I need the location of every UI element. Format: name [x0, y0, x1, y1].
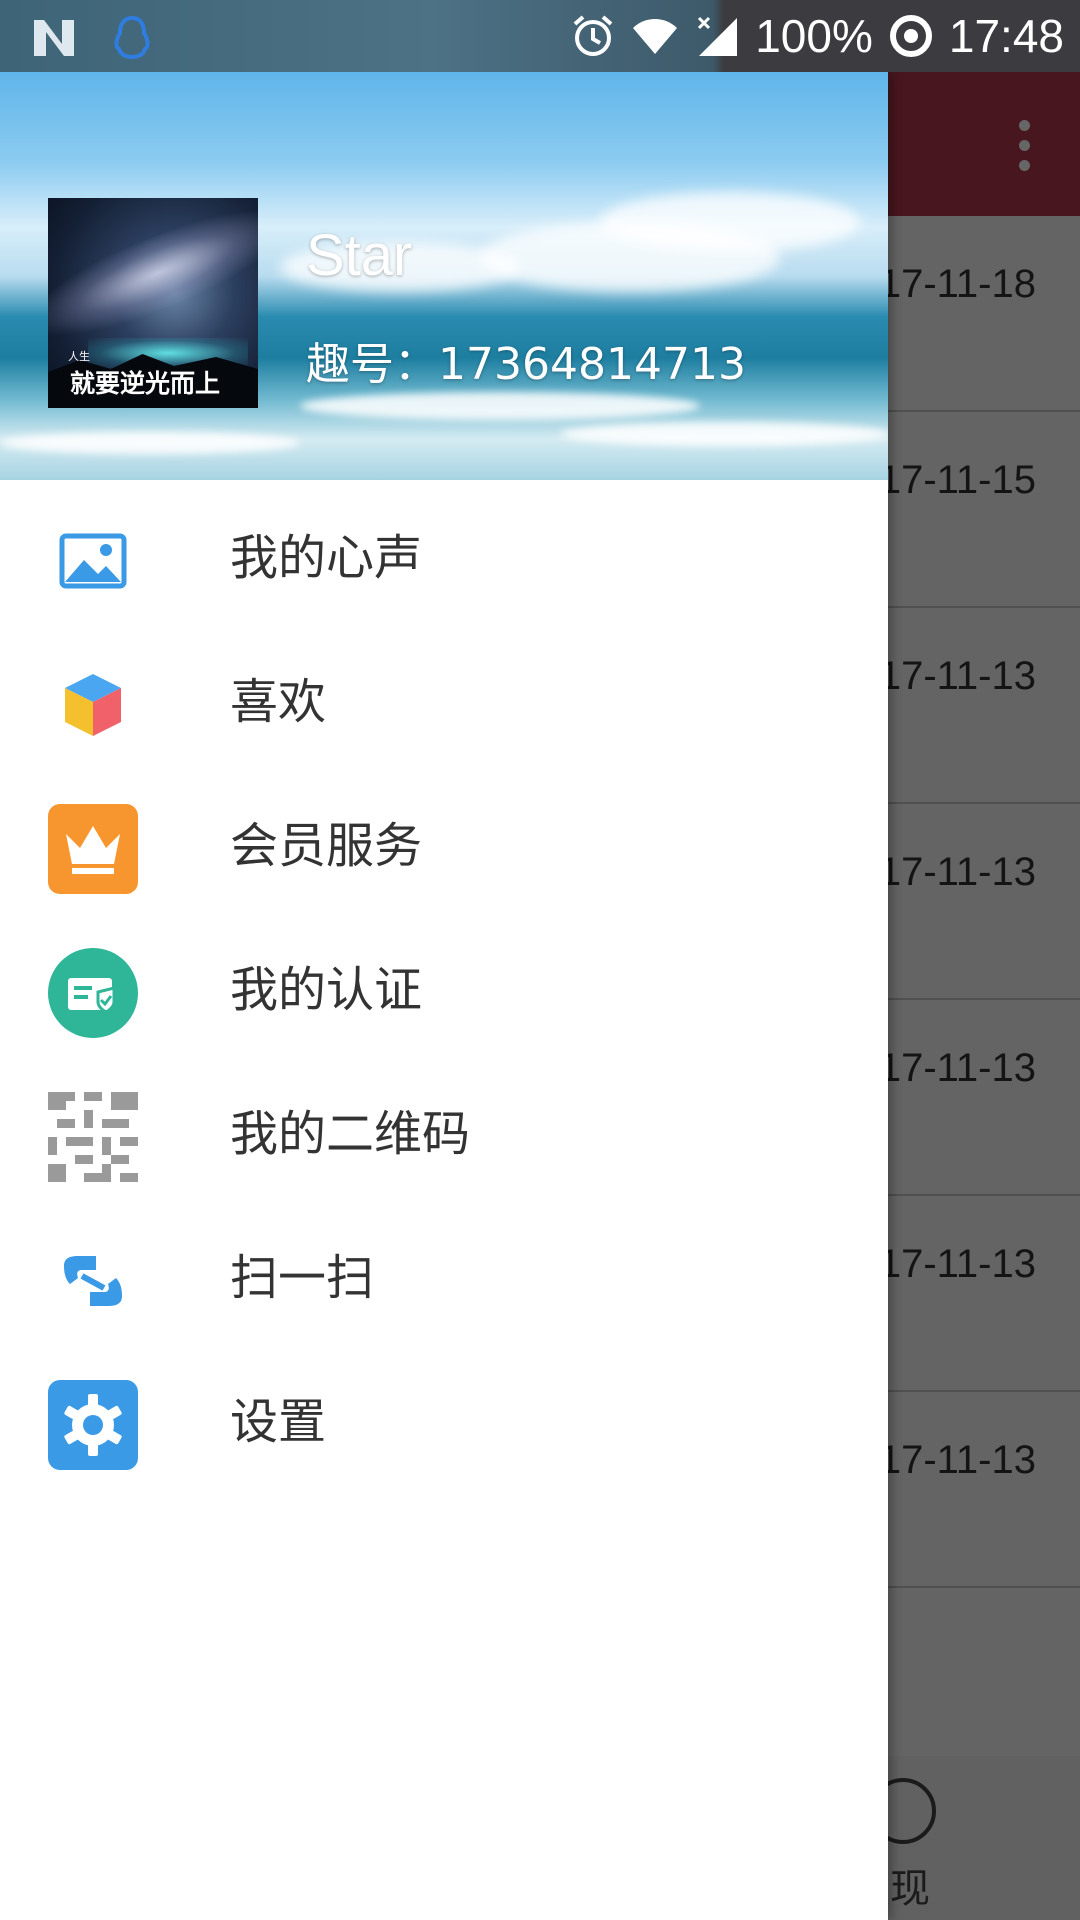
drawer-menu: 我的心声 喜欢 会员服务 我的认证 我的二维码 扫一扫 设置 — [0, 480, 888, 1488]
menu-label: 喜欢 — [230, 674, 327, 730]
gear-icon — [48, 1380, 138, 1470]
menu-item-likes[interactable]: 喜欢 — [0, 624, 888, 768]
alarm-icon — [569, 12, 617, 60]
menu-item-membership[interactable]: 会员服务 — [0, 768, 888, 912]
clock: 17:48 — [948, 10, 1064, 62]
qr-code-icon — [48, 1092, 138, 1182]
crown-icon — [48, 804, 138, 894]
cell-signal-icon — [693, 12, 741, 60]
battery-percentage: 100% — [755, 10, 873, 62]
avatar-caption: 就要逆光而上 — [70, 369, 221, 398]
avatar-caption-small: 人生 — [68, 350, 90, 363]
menu-item-my-voice[interactable]: 我的心声 — [0, 480, 888, 624]
certificate-icon — [48, 948, 138, 1038]
n-notification-icon — [30, 14, 78, 62]
menu-item-my-qr-code[interactable]: 我的二维码 — [0, 1056, 888, 1200]
username: Star — [306, 223, 413, 288]
scan-icon — [48, 1236, 138, 1326]
menu-label: 设置 — [230, 1394, 327, 1450]
menu-item-scan[interactable]: 扫一扫 — [0, 1200, 888, 1344]
menu-item-settings[interactable]: 设置 — [0, 1344, 888, 1488]
wifi-icon — [631, 12, 679, 60]
menu-label: 会员服务 — [230, 818, 423, 874]
navigation-drawer: 人生 就要逆光而上 Star 趣号：17364814713 我的心声 喜欢 会员… — [0, 72, 888, 1920]
status-bar: 100% 17:48 — [0, 0, 1080, 72]
cube-icon — [48, 660, 138, 750]
menu-label: 我的认证 — [230, 962, 423, 1018]
image-icon — [48, 516, 138, 606]
menu-label: 扫一扫 — [230, 1250, 375, 1306]
sync-ring-icon — [887, 12, 935, 60]
avatar[interactable]: 人生 就要逆光而上 — [48, 198, 258, 408]
qq-penguin-icon — [108, 14, 156, 62]
user-id: 趣号：17364814713 — [306, 339, 746, 390]
menu-item-certification[interactable]: 我的认证 — [0, 912, 888, 1056]
menu-label: 我的心声 — [230, 530, 423, 586]
menu-label: 我的二维码 — [230, 1106, 471, 1162]
drawer-header: 人生 就要逆光而上 Star 趣号：17364814713 — [0, 72, 888, 480]
